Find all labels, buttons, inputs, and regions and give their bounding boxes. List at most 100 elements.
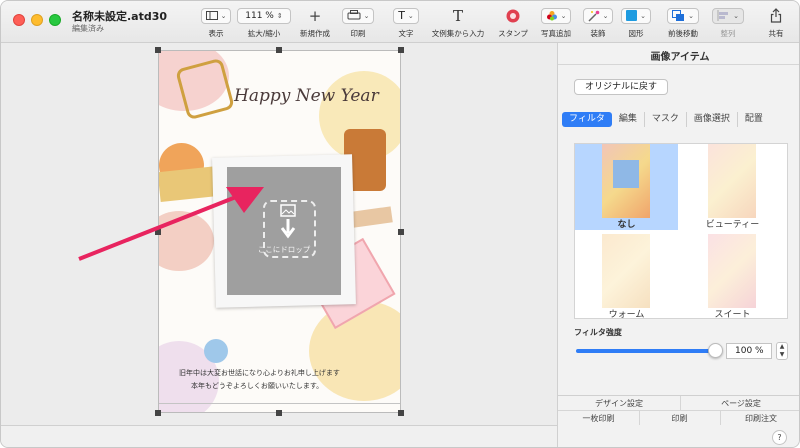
filter-none[interactable]: なし — [575, 144, 678, 230]
divider — [558, 64, 799, 65]
print-panel-button[interactable]: 印刷 — [639, 412, 720, 425]
greeting-line-2[interactable]: 本年もどうぞよろしくお願いいたします。 — [191, 381, 323, 391]
filter-strength-label: フィルタ強度 — [574, 328, 622, 337]
tab-mask[interactable]: マスク — [645, 111, 687, 127]
divider — [558, 410, 799, 411]
printer-icon: ⌄ — [341, 7, 375, 24]
blue-dot — [204, 339, 228, 363]
align-label: 整列 — [720, 29, 736, 38]
shape-label: 図形 — [628, 29, 644, 38]
sample-text-button[interactable]: T 文例集から入力 — [429, 6, 487, 42]
happy-new-year-title: Happy New Year — [233, 86, 380, 106]
toolbar: 名称未設定.atd30 編集済み ⌄ 表示 111 % ⇕ 拡大/縮小 + 新規作… — [1, 1, 799, 43]
tab-filter[interactable]: フィルタ — [562, 111, 612, 127]
decoration-button[interactable]: ⌄ 装飾 — [581, 6, 615, 42]
svg-text:Happy New Year: Happy New Year — [233, 86, 380, 106]
view-label: 表示 — [208, 29, 224, 38]
view-button[interactable]: ⌄ 表示 — [199, 6, 233, 42]
shape-button[interactable]: ⌄ 図形 — [621, 6, 651, 42]
sample-text-label: 文例集から入力 — [431, 29, 485, 38]
revert-original-button[interactable]: オリジナルに戻す — [574, 79, 668, 95]
resize-handle-bl[interactable] — [155, 410, 161, 416]
tab-edit[interactable]: 編集 — [612, 111, 645, 127]
layers-icon: ⌄ — [667, 7, 699, 24]
text-icon: T ⌄ — [393, 7, 419, 24]
zoom-control[interactable]: 111 % ⇕ 拡大/縮小 — [237, 6, 291, 42]
tab-image-select[interactable]: 画像選択 — [687, 111, 738, 127]
resize-handle-tr[interactable] — [398, 47, 404, 53]
share-label: 共有 — [768, 29, 784, 38]
maximize-window-button[interactable] — [49, 14, 61, 26]
resize-handle-r[interactable] — [398, 229, 404, 235]
filter-beauty[interactable]: ビューティー — [681, 144, 784, 230]
shape-icon: ⌄ — [621, 7, 651, 24]
arrange-order-label: 前後移動 — [668, 29, 698, 38]
canvas-area[interactable]: Happy New Year 2024 ここにドロップ 旧年中は大変お世話になり… — [1, 43, 557, 425]
tab-placement[interactable]: 配置 — [738, 112, 770, 127]
stamp-label: スタンプ — [498, 29, 528, 38]
align-icon: ⌄ — [712, 7, 744, 24]
text-label: 文字 — [398, 29, 414, 38]
trim-line — [159, 403, 400, 404]
share-button[interactable]: 共有 — [761, 6, 791, 42]
help-button[interactable]: ? — [772, 430, 787, 445]
filter-grid: なし ビューティー ウォーム スイート — [574, 143, 788, 320]
resize-handle-t[interactable] — [276, 47, 282, 53]
document-status: 編集済み — [72, 24, 104, 33]
stamp-button[interactable]: スタンプ — [495, 6, 531, 42]
share-icon — [770, 6, 782, 25]
close-window-button[interactable] — [13, 14, 25, 26]
image-drop-icon — [280, 204, 296, 239]
arrange-order-button[interactable]: ⌄ 前後移動 — [663, 6, 703, 42]
zoom-field[interactable]: 111 % ⇕ — [237, 7, 291, 24]
single-print-button[interactable]: 一枚印刷 — [558, 412, 639, 425]
print-button[interactable]: ⌄ 印刷 — [339, 6, 377, 42]
magic-wand-icon: ⌄ — [582, 7, 614, 24]
filter-label: ビューティー — [705, 220, 760, 230]
filter-thumbnail — [602, 234, 650, 308]
sidebar-icon: ⌄ — [200, 7, 232, 24]
filter-label: なし — [617, 220, 636, 230]
flower-stamp-icon — [505, 6, 521, 25]
filter-label: スイート — [714, 310, 751, 320]
design-settings-button[interactable]: デザイン設定 — [558, 397, 680, 410]
filter-strength-stepper[interactable]: ▲ ▼ — [776, 342, 788, 360]
text-serif-icon: T — [452, 6, 463, 25]
filter-strength-field[interactable]: 100 % — [726, 343, 772, 359]
minimize-window-button[interactable] — [31, 14, 43, 26]
decoration-label: 装飾 — [590, 29, 606, 38]
add-photo-label: 写真追加 — [541, 29, 571, 38]
zoom-label: 拡大/縮小 — [247, 29, 281, 38]
new-button[interactable]: + 新規作成 — [297, 6, 333, 42]
photos-icon: ⌄ — [540, 7, 572, 24]
text-button[interactable]: T ⌄ 文字 — [391, 6, 421, 42]
document-title: 名称未設定.atd30 — [72, 10, 168, 23]
page-settings-button[interactable]: ページ設定 — [680, 397, 799, 410]
panel-title: 画像アイテム — [650, 52, 710, 63]
new-label: 新規作成 — [300, 29, 330, 38]
inspector-tabs: フィルタ 編集 マスク 画像選択 配置 — [562, 111, 798, 127]
resize-handle-tl[interactable] — [155, 47, 161, 53]
filter-sweet[interactable]: スイート — [681, 234, 784, 320]
filter-warm[interactable]: ウォーム — [575, 234, 678, 320]
thumbnail-photo-area — [613, 160, 639, 188]
stepper-icon[interactable]: ⇕ — [277, 12, 283, 20]
print-label: 印刷 — [350, 29, 366, 38]
plus-icon: + — [308, 6, 322, 25]
status-bar — [1, 425, 557, 447]
add-photo-button[interactable]: ⌄ 写真追加 — [537, 6, 575, 42]
filter-thumbnail — [708, 234, 756, 308]
print-order-button[interactable]: 印刷注文 — [720, 412, 799, 425]
filter-thumbnail — [708, 144, 756, 218]
app-window: 名称未設定.atd30 編集済み ⌄ 表示 111 % ⇕ 拡大/縮小 + 新規作… — [0, 0, 800, 448]
inspector-panel: 画像アイテム オリジナルに戻す フィルタ 編集 マスク 画像選択 配置 なし ビ… — [557, 43, 799, 447]
bottom-actions: デザイン設定 ページ設定 一枚印刷 印刷 印刷注文 — [558, 395, 799, 427]
filter-label: ウォーム — [608, 310, 645, 320]
align-button[interactable]: ⌄ 整列 — [707, 6, 749, 42]
greeting-line-1[interactable]: 旧年中は大変お世話になり心よりお礼申し上げます — [179, 368, 340, 378]
slider-knob[interactable] — [708, 343, 723, 358]
resize-handle-br[interactable] — [398, 410, 404, 416]
resize-handle-b[interactable] — [276, 410, 282, 416]
zoom-value: 111 % — [245, 10, 274, 21]
filter-strength-slider[interactable] — [576, 349, 716, 353]
